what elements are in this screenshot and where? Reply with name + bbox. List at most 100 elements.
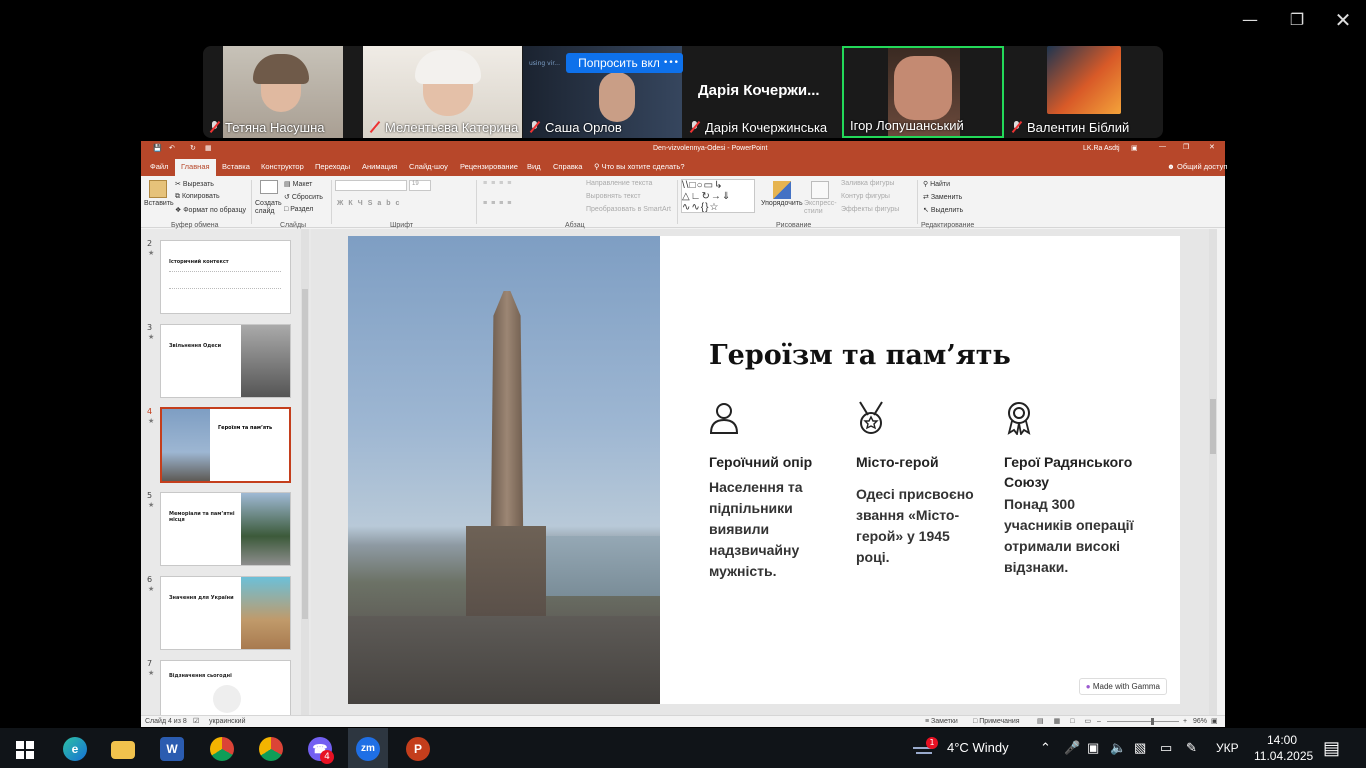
ppt-close-icon[interactable]: ✕ <box>1209 143 1215 151</box>
current-slide[interactable]: Героїзм та пам’ять Героїчний опір Населе… <box>348 236 1180 704</box>
taskbar-edge[interactable]: e <box>55 732 95 766</box>
replace-button[interactable]: ⇄ Заменить <box>923 193 962 201</box>
tab-file[interactable]: Файл <box>150 162 168 171</box>
participant-tile[interactable]: Валентин Біблий <box>1005 46 1163 138</box>
start-button[interactable] <box>6 732 46 766</box>
thumbnail-slide-2[interactable]: Історичний контекст <box>160 240 291 314</box>
taskbar-file-explorer[interactable] <box>103 732 143 766</box>
spellcheck-icon[interactable]: ☑ <box>193 717 199 725</box>
find-button[interactable]: ⚲ Найти <box>923 180 950 188</box>
battery-icon[interactable]: ▭ <box>1160 728 1172 768</box>
shape-effects-button[interactable]: Эффекты фигуры <box>841 206 899 213</box>
taskbar-powerpoint[interactable]: P <box>398 732 438 766</box>
thumbnail-slide-6[interactable]: Значення для України <box>160 576 291 650</box>
font-name-input[interactable] <box>335 180 407 191</box>
minimize-icon[interactable]: — <box>1238 8 1262 32</box>
align-text-button[interactable]: Выровнять текст <box>586 193 641 200</box>
close-icon[interactable]: ✕ <box>1331 8 1355 32</box>
thumbnail-slide-5[interactable]: Меморіали та пам’ятні місця <box>160 492 291 566</box>
comments-button[interactable]: □ Примечания <box>973 718 1020 725</box>
microphone-icon[interactable]: 🎤 <box>1064 728 1080 768</box>
zoom-slider[interactable] <box>1107 718 1179 725</box>
tab-insert[interactable]: Вставка <box>222 162 250 171</box>
participant-tile[interactable]: Тетяна Насушна <box>203 46 362 138</box>
share-button[interactable]: ☻ Общий доступ <box>1167 162 1227 171</box>
format-painter-button[interactable]: ❖ Формат по образцу <box>175 206 246 214</box>
ribbon-display-icon[interactable]: ▣ <box>1131 144 1138 152</box>
network-icon[interactable]: ▧ <box>1134 728 1146 768</box>
tab-design[interactable]: Конструктор <box>261 162 304 171</box>
thumbnail-slide-3[interactable]: Звільнення Одеси <box>160 324 291 398</box>
notes-button[interactable]: ≡ Заметки <box>925 718 958 725</box>
save-icon[interactable]: 💾 <box>153 144 162 152</box>
tab-help[interactable]: Справка <box>553 162 582 171</box>
paste-icon[interactable] <box>149 180 167 198</box>
thumbnail-scrollbar[interactable] <box>301 229 309 715</box>
cut-button[interactable]: ✂ Вырезать <box>175 180 214 188</box>
reset-button[interactable]: ↺ Сбросить <box>284 193 323 201</box>
paste-button[interactable]: Вставить <box>144 200 174 207</box>
text-direction-button[interactable]: Направление текста <box>586 180 652 187</box>
participant-tile[interactable]: Дарія Кочержи... Дарія Кочержинська <box>683 46 842 138</box>
tab-home[interactable]: Главная <box>175 159 216 176</box>
align-buttons[interactable]: ≡≡≡≡ <box>483 200 515 207</box>
restore-icon[interactable]: ❐ <box>1285 8 1309 32</box>
arrange-icon[interactable] <box>773 181 791 199</box>
made-with-gamma-badge[interactable]: ● Made with Gamma <box>1078 678 1167 695</box>
undo-icon[interactable]: ↶ <box>169 144 175 152</box>
clock[interactable]: 14:00 11.04.2025 <box>1254 732 1313 764</box>
zoom-out-icon[interactable]: – <box>1097 718 1101 725</box>
weather-widget[interactable]: 4°C Windy <box>947 728 1009 768</box>
redo-icon[interactable]: ↻ <box>190 144 196 152</box>
pen-icon[interactable]: ✎ <box>1186 728 1197 768</box>
list-buttons[interactable]: ≡≡≡≡ <box>483 180 515 187</box>
taskbar-word[interactable]: W <box>152 732 192 766</box>
font-size-input[interactable]: 19 <box>409 180 431 191</box>
taskbar-zoom[interactable]: zm <box>348 728 388 768</box>
tab-review[interactable]: Рецензирование <box>460 162 518 171</box>
layout-button[interactable]: ▤ Макет <box>284 180 312 188</box>
taskbar-chrome-2[interactable] <box>251 732 291 766</box>
new-slide-button[interactable]: Создать слайд <box>255 200 283 216</box>
thumbnail-slide-7[interactable]: Відзначення сьогодні <box>160 660 291 715</box>
ppt-minimize-icon[interactable]: — <box>1159 143 1166 150</box>
smartart-button[interactable]: Преобразовать в SmartArt <box>586 206 671 213</box>
arrange-button[interactable]: Упорядочить <box>761 200 803 207</box>
fit-slide-icon[interactable]: ▣ <box>1211 717 1218 725</box>
start-slideshow-icon[interactable]: ▦ <box>205 144 212 152</box>
tab-view[interactable]: Вид <box>527 162 541 171</box>
quick-styles-icon[interactable] <box>811 181 829 199</box>
slide-scrollbar[interactable] <box>1209 229 1217 715</box>
request-control-button[interactable]: Попросить вкл <box>566 53 672 73</box>
ppt-restore-icon[interactable]: ❐ <box>1183 143 1189 151</box>
notifications-icon[interactable]: ▤ <box>1323 728 1340 768</box>
shapes-gallery[interactable]: \\□○▭↳ △∟↻→⇓ ∿∿{}☆ <box>681 179 755 213</box>
slide-editor[interactable]: Героїзм та пам’ять Героїчний опір Населе… <box>311 229 1217 715</box>
language-indicator[interactable]: украинский <box>209 718 246 725</box>
input-language[interactable]: УКР <box>1216 728 1239 768</box>
taskbar-viber[interactable]: ☎ 4 <box>300 732 340 766</box>
more-options-button[interactable]: ••• <box>659 53 683 73</box>
chevron-up-icon[interactable]: ⌃ <box>1040 728 1051 768</box>
shape-outline-button[interactable]: Контур фигуры <box>841 193 890 200</box>
weather-icon[interactable]: 1 <box>913 737 938 757</box>
shape-fill-button[interactable]: Заливка фигуры <box>841 180 894 187</box>
speaker-icon[interactable]: 🔈 <box>1110 728 1126 768</box>
tab-transitions[interactable]: Переходы <box>315 162 350 171</box>
thumbnail-slide-4[interactable]: Героїзм та пам’ять <box>160 407 291 483</box>
view-buttons[interactable]: ▤▦□▭ <box>1037 717 1101 725</box>
quick-styles-button[interactable]: Экспресс-стили <box>804 200 837 216</box>
zoom-level[interactable]: 96% <box>1193 718 1207 725</box>
select-button[interactable]: ↖ Выделить <box>923 206 963 214</box>
font-format-buttons[interactable]: ЖКЧSabc <box>337 200 404 207</box>
zoom-in-icon[interactable]: + <box>1183 718 1187 725</box>
camera-share-icon[interactable]: ▣ <box>1087 728 1099 768</box>
taskbar-chrome-1[interactable] <box>202 732 242 766</box>
participant-tile-active[interactable]: Ігор Лопушанський <box>842 46 1004 138</box>
section-button[interactable]: □ Раздел <box>284 206 313 213</box>
tab-animations[interactable]: Анимация <box>362 162 397 171</box>
participant-tile[interactable]: Мелентьєва Катерина <box>363 46 522 138</box>
copy-button[interactable]: ⧉ Копировать <box>175 193 220 201</box>
user-name[interactable]: LK.Ra Asdtj <box>1083 145 1120 152</box>
new-slide-icon[interactable] <box>260 180 278 194</box>
